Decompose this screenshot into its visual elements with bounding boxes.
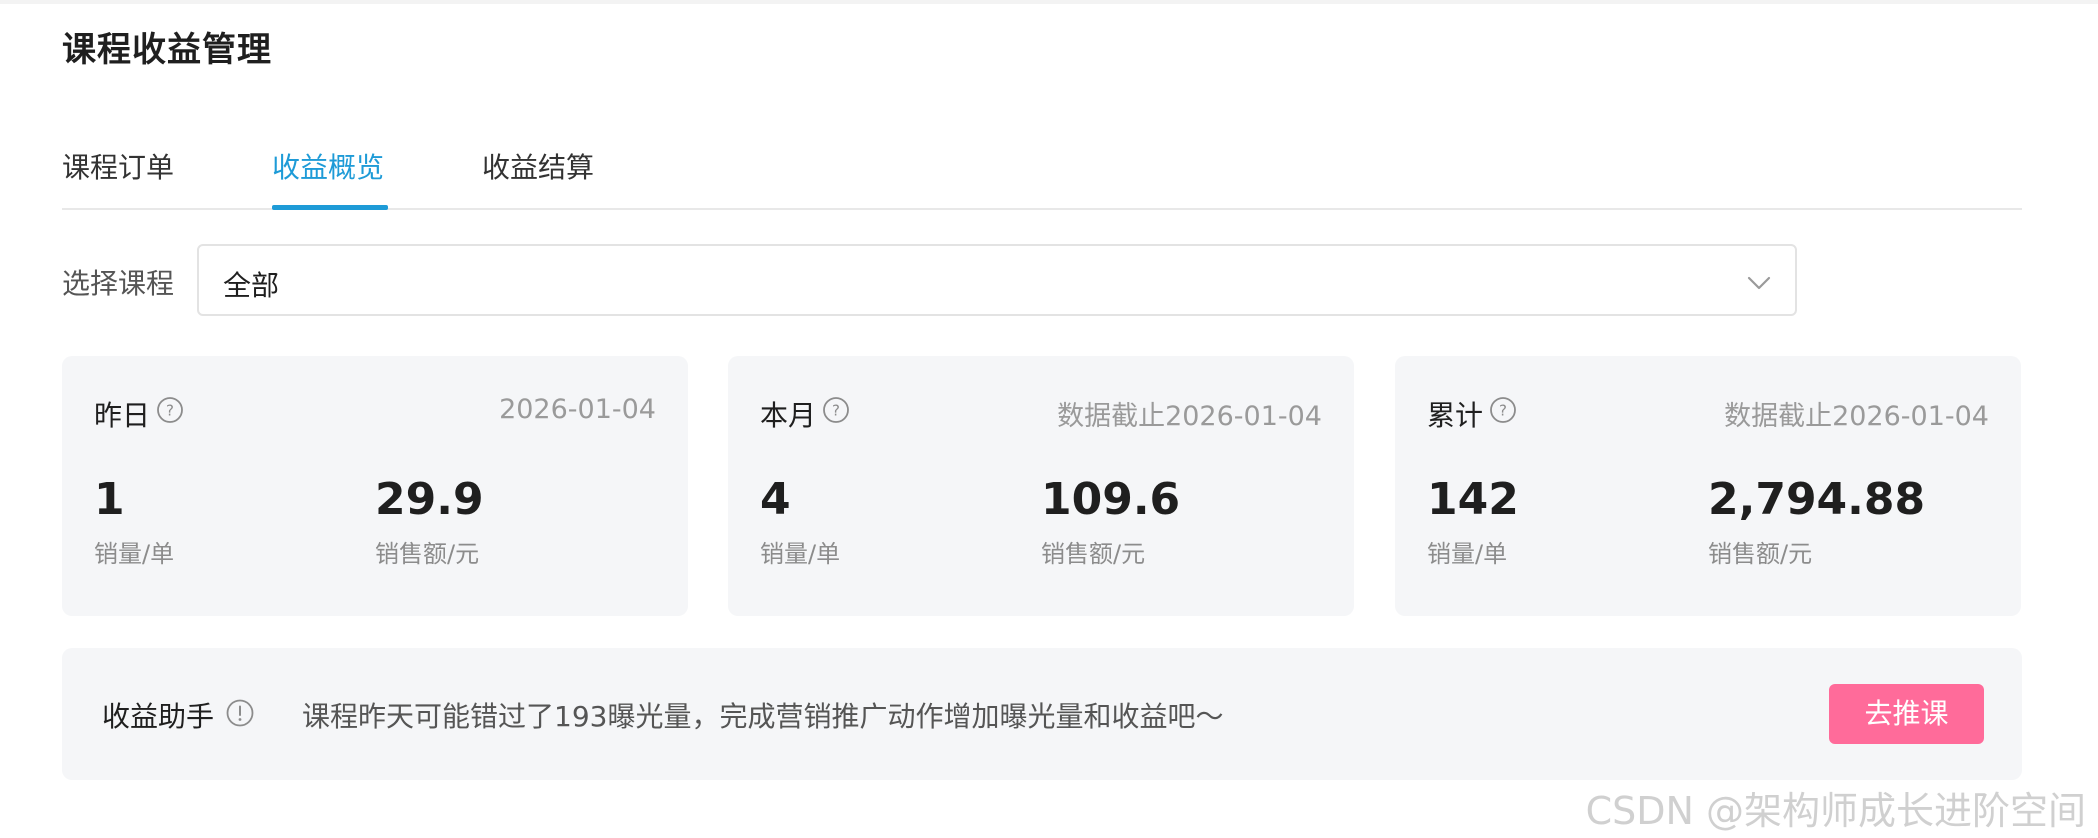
stats-card-cumulative: 累计 ? 数据截止2026-01-04 142 销量/单 2,794.88 销售…	[1395, 356, 2021, 616]
tab-bar: 课程订单 收益概览 收益结算	[62, 128, 2022, 210]
stats-card-this-month: 本月 ? 数据截止2026-01-04 4 销量/单 109.6 销售额/元	[728, 356, 1354, 616]
sales-amount-value: 29.9	[375, 474, 484, 525]
top-divider	[0, 0, 2098, 4]
card-date: 数据截止2026-01-04	[1057, 401, 1322, 432]
card-date: 2026-01-04	[499, 394, 656, 425]
watermark: CSDN @架构师成长进阶空间	[1585, 789, 2086, 833]
chevron-down-icon	[1747, 276, 1771, 290]
svg-text:?: ?	[1499, 402, 1507, 420]
page: 课程收益管理 课程订单 收益概览 收益结算 选择课程 全部 昨日 ? 2026-…	[0, 0, 2098, 838]
sales-count-label: 销量/单	[760, 540, 841, 568]
sales-count-label: 销量/单	[94, 540, 175, 568]
tab-course-orders[interactable]: 课程订单	[62, 146, 174, 186]
sales-amount-value: 109.6	[1041, 474, 1181, 525]
course-select[interactable]: 全部	[197, 244, 1797, 316]
promote-course-button[interactable]: 去推课	[1829, 684, 1984, 744]
sales-amount-label: 销售额/元	[1708, 540, 1813, 568]
assistant-title: 收益助手	[102, 700, 215, 733]
card-title: 累计	[1427, 399, 1484, 432]
sales-count-value: 142	[1427, 474, 1519, 525]
sales-count-value: 4	[760, 474, 791, 525]
sales-count-label: 销量/单	[1427, 540, 1508, 568]
question-circle-icon[interactable]: ?	[156, 396, 184, 424]
tab-revenue-settlement[interactable]: 收益结算	[482, 146, 594, 186]
course-filter-label: 选择课程	[62, 267, 175, 300]
sales-amount-value: 2,794.88	[1708, 474, 1926, 525]
assistant-message: 课程昨天可能错过了193曝光量，完成营销推广动作增加曝光量和收益吧～	[302, 700, 1224, 733]
sales-amount-label: 销售额/元	[1041, 540, 1146, 568]
revenue-assistant-banner: 收益助手 课程昨天可能错过了193曝光量，完成营销推广动作增加曝光量和收益吧～ …	[62, 648, 2022, 780]
stats-card-yesterday: 昨日 ? 2026-01-04 1 销量/单 29.9 销售额/元	[62, 356, 688, 616]
course-select-value: 全部	[223, 269, 280, 302]
card-title: 本月	[760, 399, 817, 432]
question-circle-icon[interactable]: ?	[822, 396, 850, 424]
svg-text:?: ?	[166, 402, 174, 420]
exclamation-circle-icon	[226, 699, 254, 727]
tab-revenue-overview[interactable]: 收益概览	[272, 146, 384, 186]
question-circle-icon[interactable]: ?	[1489, 396, 1517, 424]
sales-count-value: 1	[94, 474, 125, 525]
card-date: 数据截止2026-01-04	[1724, 401, 1989, 432]
svg-text:?: ?	[832, 402, 840, 420]
active-tab-indicator	[272, 205, 388, 210]
sales-amount-label: 销售额/元	[375, 540, 480, 568]
card-title: 昨日	[94, 399, 151, 432]
page-title: 课程收益管理	[62, 30, 272, 70]
